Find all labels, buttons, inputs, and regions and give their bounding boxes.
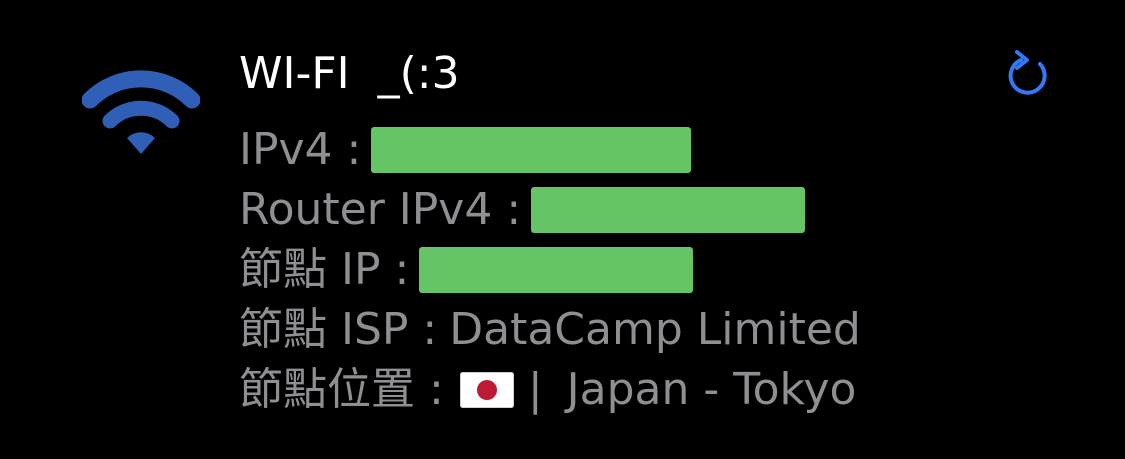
node-ip-row: 節點 IP : xyxy=(239,240,861,300)
node-location-label: 節點位置 : xyxy=(239,364,444,415)
ipv4-redacted-value xyxy=(371,127,692,173)
ipv4-row: IPv4 : xyxy=(239,120,861,180)
refresh-icon[interactable] xyxy=(1000,48,1056,104)
router-ipv4-row: Router IPv4 : xyxy=(239,180,861,240)
node-isp-value: DataCamp Limited xyxy=(449,304,861,355)
location-separator: | xyxy=(527,364,543,415)
info-rows: IPv4 : Router IPv4 : 節點 IP : 節點 ISP : Da… xyxy=(239,120,861,420)
node-ip-redacted-value xyxy=(419,247,694,293)
node-location-row: 節點位置 : | Japan - Tokyo xyxy=(239,360,861,420)
router-ipv4-label: Router IPv4 : xyxy=(239,184,522,235)
node-ip-label: 節點 IP : xyxy=(239,244,410,295)
node-location-value: Japan - Tokyo xyxy=(566,364,857,415)
ipv4-label: IPv4 : xyxy=(239,124,362,175)
node-isp-row: 節點 ISP : DataCamp Limited xyxy=(239,300,861,360)
network-title: WI-FI _(:3 xyxy=(239,48,460,99)
wifi-icon xyxy=(82,70,200,154)
japan-flag-icon xyxy=(459,372,514,408)
router-ipv4-redacted-value xyxy=(531,187,806,233)
node-isp-label: 節點 ISP : xyxy=(239,304,438,355)
